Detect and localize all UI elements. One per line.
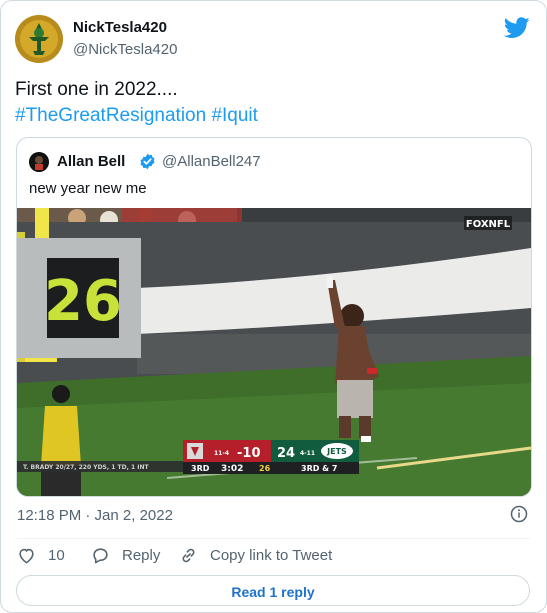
network-bug: FOXNFL	[466, 219, 511, 230]
hashtag-link[interactable]: #Iquit	[211, 105, 257, 126]
like-count: 10	[48, 547, 65, 564]
qb-stat-line: T. BRADY 20/27, 220 YDS, 1 TD, 1 INT	[23, 464, 149, 471]
tweet-text: First one in 2022.... #TheGreatResignati…	[15, 77, 525, 129]
copy-link-label: Copy link to Tweet	[210, 547, 333, 564]
info-icon[interactable]	[510, 505, 528, 523]
author-handle[interactable]: @NickTesla420	[73, 41, 177, 58]
tweet-text-line: First one in 2022....	[15, 79, 178, 100]
tb-record: 11-4	[214, 450, 229, 457]
quoted-author-avatar[interactable]	[29, 152, 49, 172]
reply-label: Reply	[122, 547, 161, 564]
down-and-distance: 3RD & 7	[301, 464, 337, 473]
link-icon	[182, 548, 195, 563]
quoted-video-frame[interactable]: JETS 26 FOXNFL 11-4 -10 24 4-11 T. BRADY…	[17, 208, 531, 496]
hashtag-link[interactable]: #TheGreatResignation	[15, 105, 206, 126]
tb-score: 24	[277, 446, 295, 461]
nyj-record: 4-11	[300, 450, 315, 457]
twitter-bird-icon[interactable]	[504, 17, 530, 39]
wall-yard-number: 26	[44, 269, 122, 334]
author-avatar[interactable]	[15, 15, 63, 63]
quarter: 3RD	[191, 464, 210, 473]
tweet-timestamp[interactable]: 12:18 PM · Jan 2, 2022	[17, 507, 173, 524]
read-replies-button[interactable]: Read 1 reply	[16, 575, 530, 606]
heart-icon	[19, 548, 34, 564]
spread: -10	[237, 446, 261, 461]
quoted-tweet[interactable]: Allan Bell @AllanBell247 new year new me	[16, 137, 532, 497]
quoted-tweet-text: new year new me	[29, 180, 147, 197]
copy-link-button[interactable]: Copy link to Tweet	[179, 546, 332, 565]
quoted-author-name[interactable]: Allan Bell	[57, 153, 125, 170]
tweet-card: NickTesla420 @NickTesla420 First one in …	[0, 0, 547, 613]
reply-icon	[93, 548, 108, 564]
play-clock: 26	[259, 464, 271, 473]
game-clock: 3:02	[221, 464, 243, 474]
verified-badge-icon	[140, 153, 155, 170]
author-display-name[interactable]: NickTesla420	[73, 19, 167, 36]
divider	[17, 538, 530, 539]
quoted-author-handle[interactable]: @AllanBell247	[162, 153, 261, 170]
like-button[interactable]: 10	[17, 546, 65, 565]
svg-text:JETS: JETS	[326, 447, 347, 456]
reply-button[interactable]: Reply	[91, 546, 160, 565]
